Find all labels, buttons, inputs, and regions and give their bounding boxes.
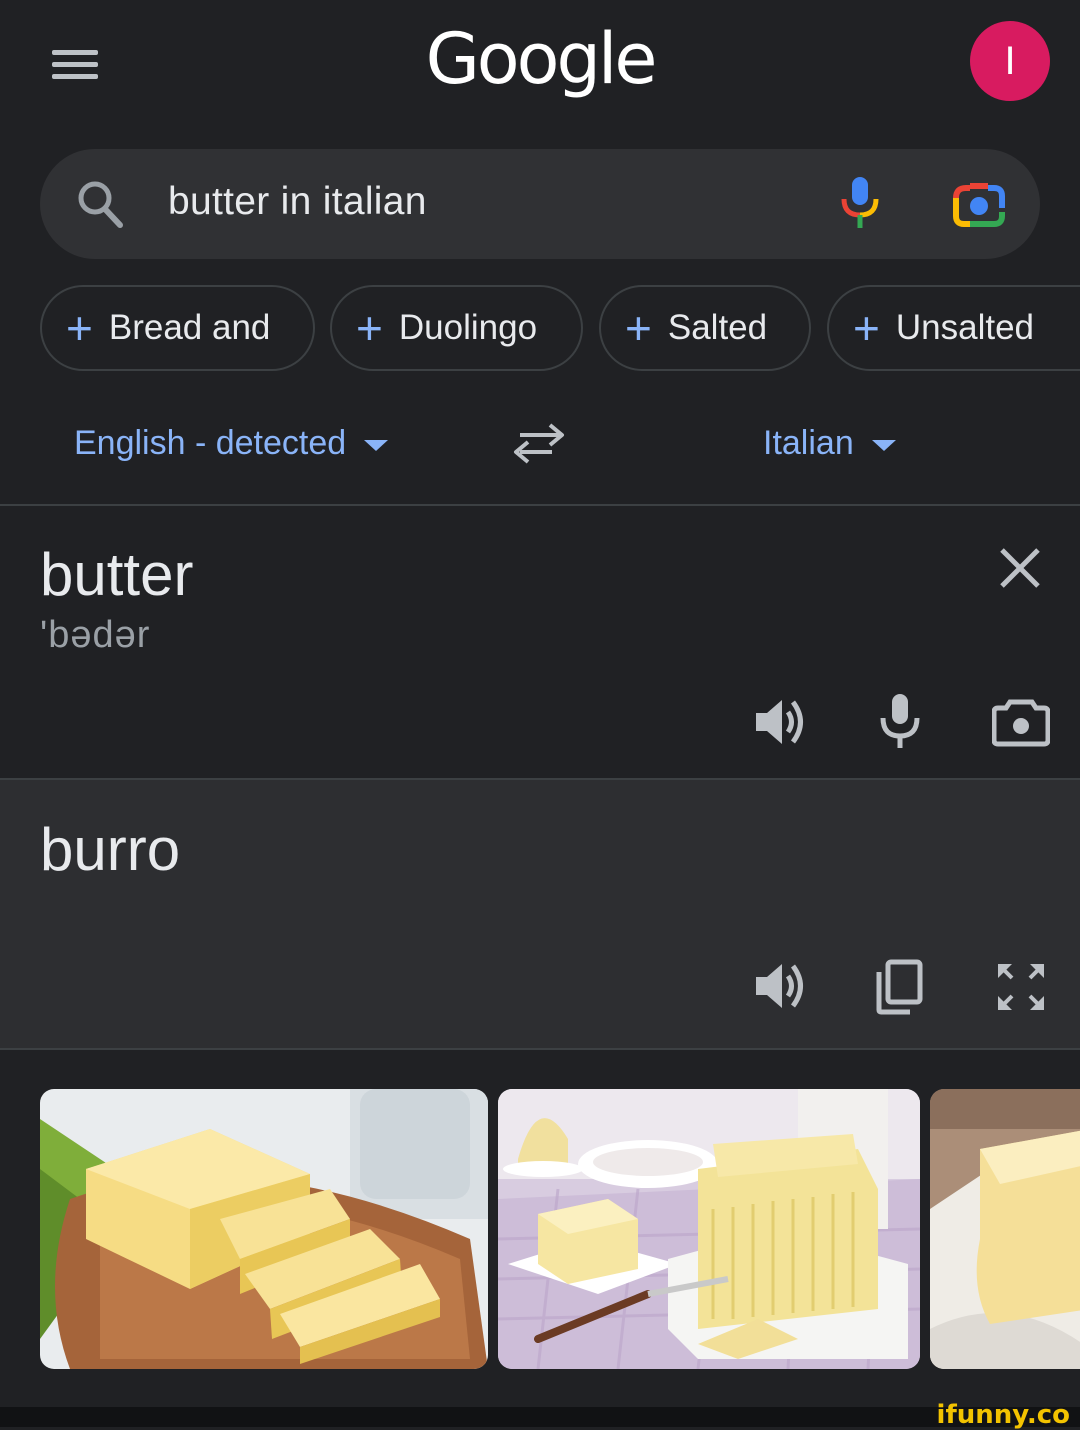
search-input[interactable]: butter in italian [168, 180, 427, 224]
butter-image-1[interactable] [40, 1089, 488, 1369]
speaker-icon[interactable] [752, 696, 810, 753]
butter-image-3[interactable] [930, 1089, 1080, 1369]
watermark: ifunny.co [936, 1400, 1070, 1430]
chevron-down-icon [871, 439, 896, 451]
google-logo: Google [425, 18, 658, 100]
source-language-select[interactable]: English - detected [74, 424, 389, 463]
plus-icon: + [625, 302, 652, 354]
chip-label: Duolingo [398, 308, 538, 347]
translation-text[interactable]: burro [40, 815, 180, 884]
swap-icon[interactable] [512, 422, 568, 469]
lens-icon[interactable] [950, 178, 1008, 235]
chip-label: Salted [667, 308, 768, 347]
source-phonetic: 'bədər [40, 614, 151, 656]
chip-bread-and[interactable]: + Bread and [40, 285, 315, 371]
source-language-label: English - detected [74, 424, 347, 462]
plus-icon: + [356, 302, 383, 354]
copy-icon[interactable] [874, 958, 926, 1021]
search-icon[interactable] [76, 179, 124, 234]
speaker-icon[interactable] [752, 960, 810, 1017]
mic-icon[interactable] [838, 175, 882, 236]
butter-image-2[interactable] [498, 1089, 920, 1369]
mic-icon[interactable] [878, 692, 922, 755]
chip-label: Bread and [108, 308, 271, 347]
chip-unsalted[interactable]: + Unsalted [827, 285, 1080, 371]
plus-icon: + [66, 302, 93, 354]
bottom-strip [0, 1407, 1080, 1427]
avatar[interactable]: I [970, 21, 1050, 101]
chip-label: Unsalted [895, 308, 1035, 347]
chip-salted[interactable]: + Salted [599, 285, 811, 371]
divider [0, 1048, 1080, 1050]
divider [0, 504, 1080, 506]
plus-icon: + [853, 302, 880, 354]
chevron-down-icon [364, 439, 389, 451]
target-language-select[interactable]: Italian [763, 424, 896, 463]
chip-duolingo[interactable]: + Duolingo [330, 285, 583, 371]
source-text[interactable]: butter [40, 540, 193, 609]
camera-icon[interactable] [991, 696, 1051, 753]
fullscreen-icon[interactable] [994, 960, 1048, 1019]
close-icon[interactable] [996, 544, 1044, 597]
target-language-label: Italian [763, 424, 854, 462]
